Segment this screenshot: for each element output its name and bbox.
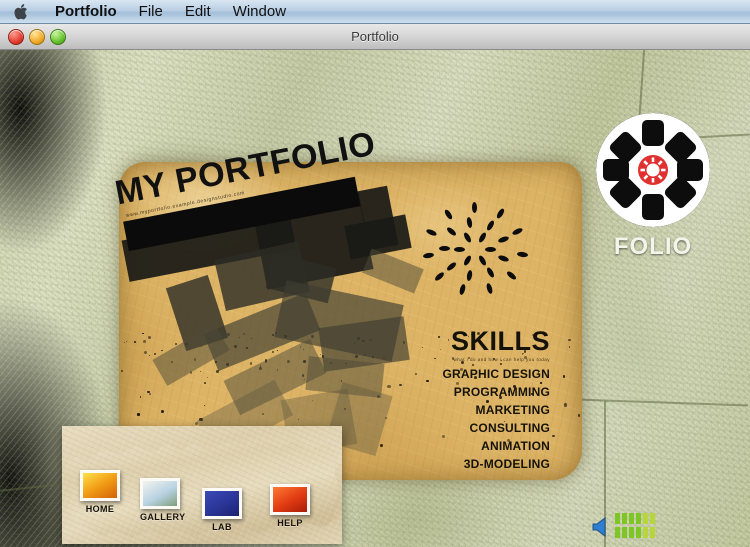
starburst-seed xyxy=(495,207,506,220)
folio-logo-label: FOLIO xyxy=(613,233,693,260)
nav-thumbnail-image xyxy=(273,487,307,512)
volume-bar[interactable] xyxy=(622,527,627,538)
starburst-seed xyxy=(443,208,454,221)
starburst-seed xyxy=(462,254,473,267)
starburst-seed xyxy=(462,231,473,244)
nav-thumbnail xyxy=(80,470,120,501)
nav-thumbnail-image xyxy=(83,473,117,498)
bottom-navigation: HOME GALLERY LAB HELP xyxy=(62,426,342,544)
apple-logo-icon[interactable] xyxy=(10,1,32,23)
starburst-decoration xyxy=(415,197,535,302)
skill-item: 3D-MODELING xyxy=(463,457,550,471)
volume-bar[interactable] xyxy=(615,527,620,538)
volume-bar[interactable] xyxy=(643,513,648,524)
menu-item-window[interactable]: Window xyxy=(222,0,297,24)
starburst-seed xyxy=(485,219,496,232)
starburst-seed xyxy=(516,251,528,258)
starburst-seed xyxy=(484,246,496,252)
starburst-seed xyxy=(497,235,510,245)
volume-bar[interactable] xyxy=(650,527,655,538)
menu-bar: Portfolio File Edit Window xyxy=(0,0,750,24)
volume-bar[interactable] xyxy=(650,513,655,524)
starburst-seed xyxy=(439,246,451,252)
menu-item-file[interactable]: File xyxy=(128,0,174,24)
skills-section: SKILLS what i do and how i can help you … xyxy=(398,326,550,473)
starburst-seed xyxy=(485,282,494,295)
skill-item: MARKETING xyxy=(475,403,550,417)
nav-label-lab: LAB xyxy=(212,522,232,532)
starburst-seed xyxy=(433,271,446,283)
nav-label-help: HELP xyxy=(277,518,303,528)
volume-bar[interactable] xyxy=(636,513,641,524)
window-title: Portfolio xyxy=(351,29,399,44)
volume-bar[interactable] xyxy=(615,513,620,524)
starburst-seed xyxy=(471,201,477,213)
starburst-seed xyxy=(497,253,510,263)
starburst-seed xyxy=(466,216,474,229)
starburst-seed xyxy=(485,266,496,279)
folio-disc-icon xyxy=(596,113,710,227)
skill-item: ANIMATION xyxy=(481,439,550,453)
starburst-seed xyxy=(445,260,458,272)
starburst-seed xyxy=(477,254,488,267)
nav-button-help[interactable]: HELP xyxy=(270,484,310,528)
skill-item: PROGRAMMING xyxy=(453,385,550,399)
nav-button-gallery[interactable]: GALLERY xyxy=(140,478,185,522)
window-title-bar[interactable]: Portfolio xyxy=(0,24,750,50)
volume-level-bars[interactable] xyxy=(615,513,668,541)
starburst-seed xyxy=(505,270,518,282)
skills-heading: SKILLS xyxy=(450,326,550,356)
volume-bar-row xyxy=(615,513,668,524)
starburst-seed xyxy=(454,246,466,252)
volume-bar[interactable] xyxy=(629,527,634,538)
volume-bar-row xyxy=(615,527,668,538)
starburst-seed xyxy=(477,231,488,244)
nav-thumbnail xyxy=(270,484,310,515)
folio-logo[interactable]: FOLIO xyxy=(594,111,712,271)
volume-control[interactable] xyxy=(592,511,668,543)
starburst-seed xyxy=(446,226,458,238)
nav-thumbnail xyxy=(202,488,242,519)
skill-item: CONSULTING xyxy=(469,421,550,435)
nav-thumbnail-image xyxy=(205,491,239,516)
nav-button-lab[interactable]: LAB xyxy=(202,488,242,532)
volume-bar[interactable] xyxy=(622,513,627,524)
nav-thumbnail-image xyxy=(143,481,177,506)
volume-bar[interactable] xyxy=(636,527,641,538)
application-window: Portfolio File Edit Window Portfolio MY … xyxy=(0,0,750,547)
starburst-seed xyxy=(511,226,524,236)
starburst-seed xyxy=(458,283,467,296)
skills-subheading: what i do and how i can help you today xyxy=(453,357,550,362)
volume-bar[interactable] xyxy=(643,527,648,538)
menu-item-portfolio[interactable]: Portfolio xyxy=(44,0,128,24)
menu-item-edit[interactable]: Edit xyxy=(174,0,222,24)
nav-thumbnail xyxy=(140,478,180,509)
starburst-seed xyxy=(422,252,434,259)
volume-bar[interactable] xyxy=(629,513,634,524)
folio-hub-icon xyxy=(638,155,668,185)
speaker-icon[interactable] xyxy=(592,516,614,538)
starburst-seed xyxy=(425,227,438,237)
nav-label-gallery: GALLERY xyxy=(140,512,186,522)
starburst-seed xyxy=(466,269,474,282)
app-canvas: MY PORTFOLIO www.myportfolio.example.des… xyxy=(0,49,750,547)
skill-item: GRAPHIC DESIGN xyxy=(442,367,550,381)
nav-button-home[interactable]: HOME xyxy=(80,470,120,514)
nav-label-home: HOME xyxy=(85,504,115,514)
